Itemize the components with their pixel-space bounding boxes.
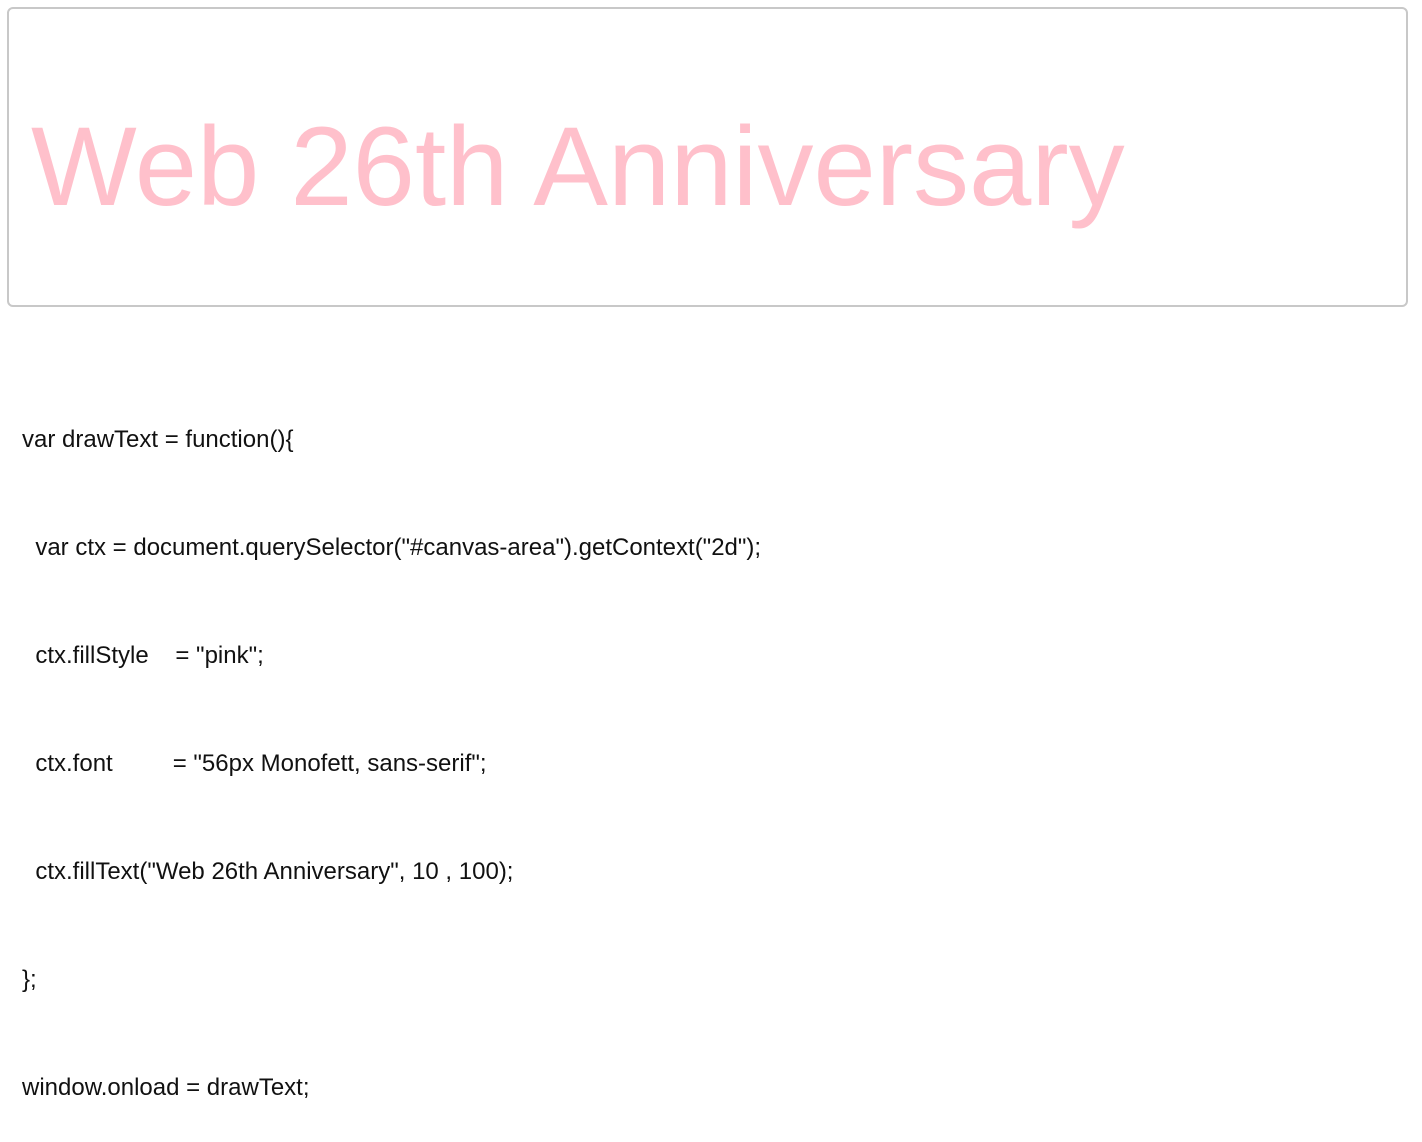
canvas-area: Web 26th Anniversary <box>7 7 1408 307</box>
canvas-rendered-text: Web 26th Anniversary <box>31 104 1125 229</box>
code-line: var ctx = document.querySelector("#canva… <box>22 534 762 561</box>
code-line: ctx.fillStyle = "pink"; <box>22 642 264 669</box>
code-line: var drawText = function(){ <box>22 426 294 453</box>
code-line: ctx.fillText("Web 26th Anniversary", 10 … <box>22 858 514 885</box>
code-line: }; <box>22 966 37 993</box>
code-listing: var drawText = function(){ var ctx = doc… <box>22 350 761 1142</box>
code-line: window.onload = drawText; <box>22 1074 310 1101</box>
code-line: ctx.font = "56px Monofett, sans-serif"; <box>22 750 487 777</box>
